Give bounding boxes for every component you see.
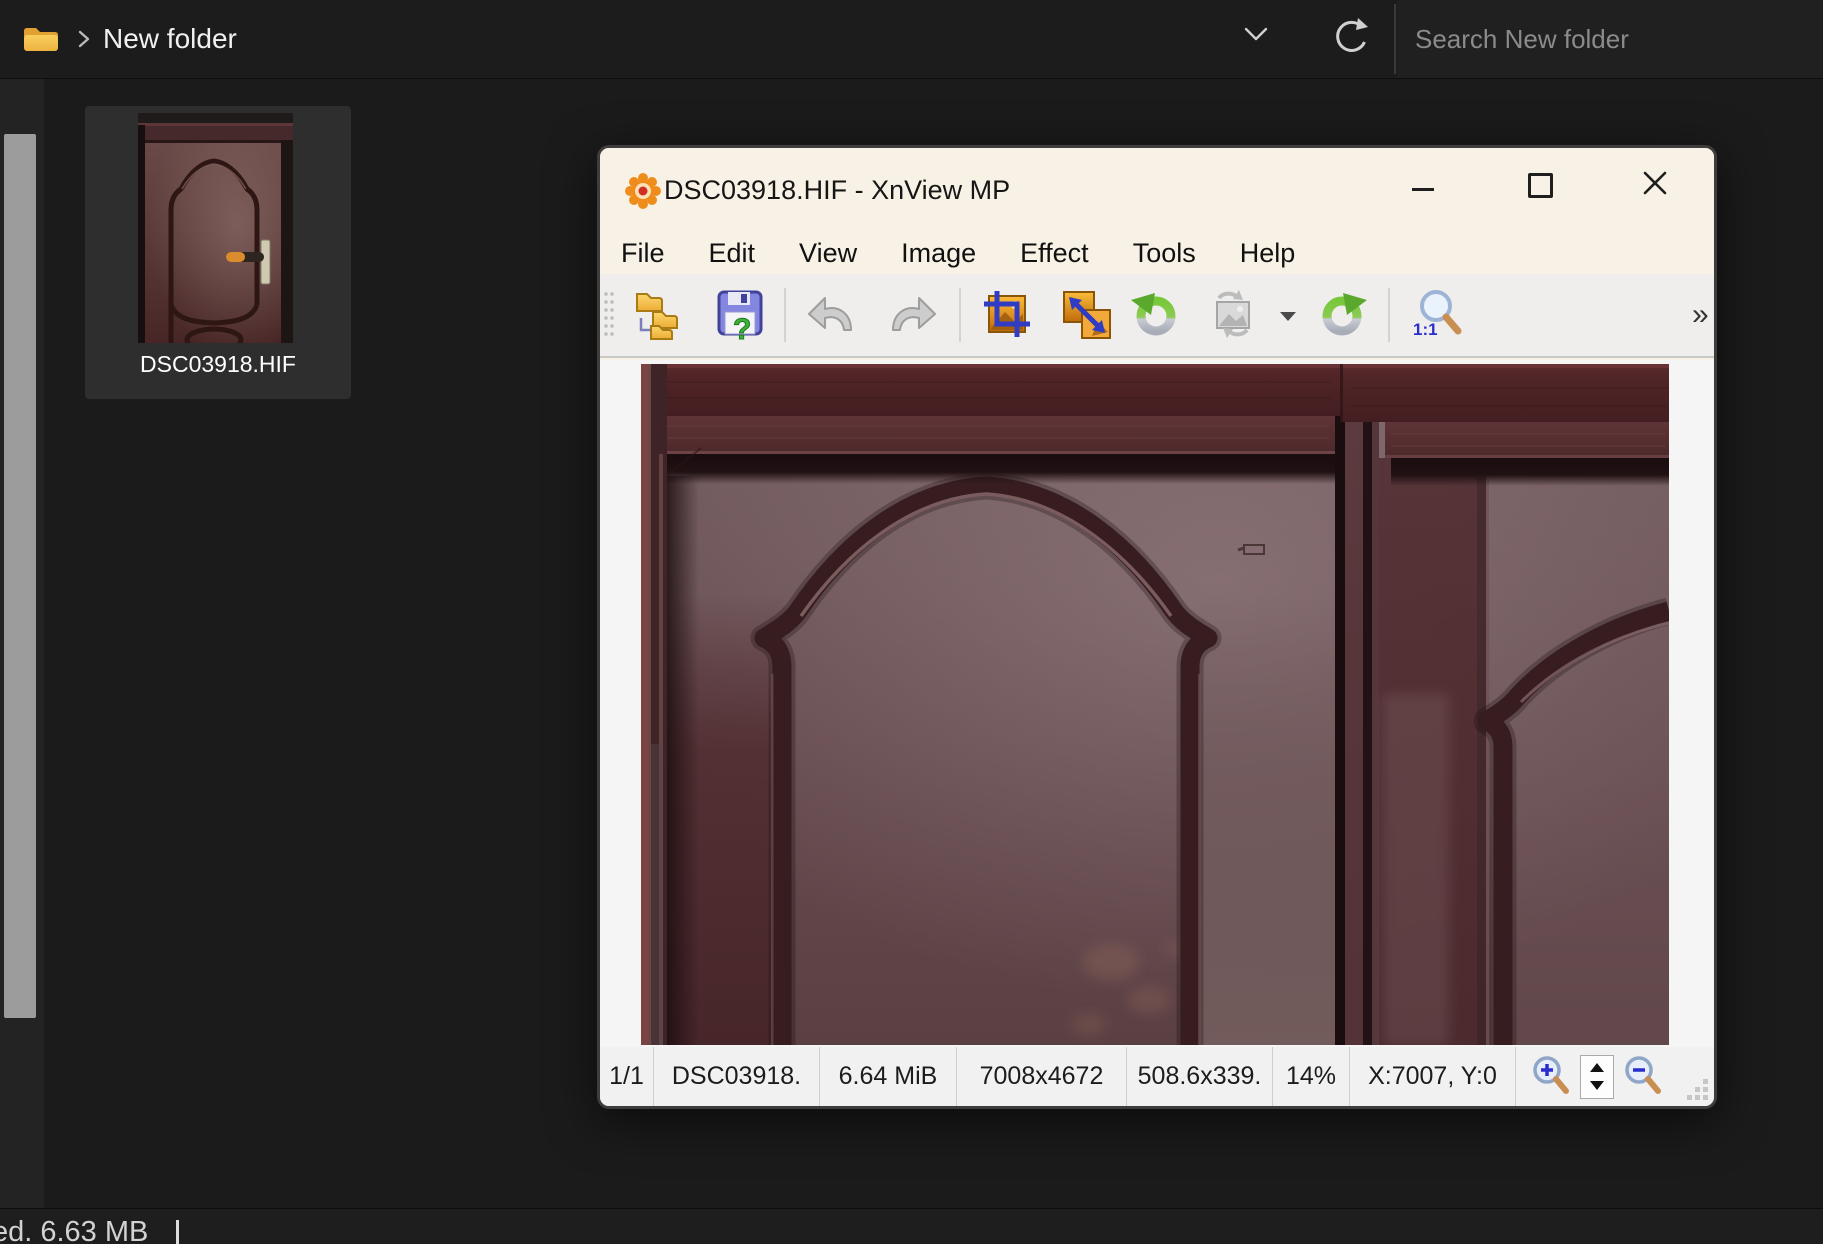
browser-icon[interactable] [635,288,687,340]
menu-edit[interactable]: Edit [709,238,756,269]
minimize-icon [1412,188,1434,191]
explorer-statusbar [0,1208,1823,1244]
status-separator-bar [176,1220,179,1244]
resize-icon[interactable] [1060,288,1112,340]
status-zoom-controls [1516,1047,1714,1106]
status-filesize: 6.64 MiB [820,1047,957,1106]
zoom-stepper[interactable] [1580,1054,1614,1099]
file-tile[interactable]: DSC03918.HIF [85,106,351,399]
stepper-up-icon[interactable] [1590,1063,1604,1072]
status-filename: DSC03918. [654,1047,820,1106]
screen: New folder Search New folder DSC03918.HI… [0,0,1823,1244]
menu-tools[interactable]: Tools [1133,238,1196,269]
address-dropdown-chevron-icon[interactable] [1244,27,1270,45]
breadcrumb-folder[interactable]: New folder [103,0,237,78]
menu-help[interactable]: Help [1240,238,1296,269]
photo-wooden-doors [641,364,1669,1045]
folder-icon [24,28,58,51]
xnview-toolbar: ? 1:1 » [600,274,1714,358]
image-viewer-canvas [600,360,1714,1047]
crop-icon[interactable] [981,288,1033,340]
rotate-custom-icon[interactable] [1207,288,1259,340]
menu-view[interactable]: View [799,238,857,269]
svg-text:?: ? [733,313,751,340]
xnview-app-icon [625,173,661,209]
minimize-button[interactable] [1398,164,1448,214]
file-name-label: DSC03918.HIF [140,351,296,377]
stepper-down-icon[interactable] [1590,1081,1604,1090]
search-input[interactable] [1397,0,1823,78]
toolbar-separator [959,288,961,342]
file-thumbnail-door-photo [138,113,293,343]
window-resize-grip[interactable] [1686,1078,1710,1102]
explorer-status-text: ed. 6.63 MB [0,1216,149,1244]
status-cursor-coords: X:7007, Y:0 [1350,1047,1516,1106]
toolbar-grip-handle[interactable] [602,290,616,342]
toolbar-separator [784,288,786,342]
menu-effect[interactable]: Effect [1020,238,1089,269]
status-dimensions: 7008x4672 [957,1047,1127,1106]
refresh-icon[interactable] [1331,16,1371,60]
close-icon [1643,171,1667,195]
menu-file[interactable]: File [621,238,665,269]
zoom-out-icon[interactable] [1622,1055,1664,1099]
redo-icon[interactable] [887,288,939,340]
maximize-button[interactable] [1528,173,1553,198]
xnview-titlebar: DSC03918.HIF - XnView MP [600,148,1714,232]
rotate-right-icon[interactable] [1317,288,1369,340]
status-print-size: 508.6x339. [1127,1047,1273,1106]
zoom-actual-label: 1:1 [1413,320,1438,339]
status-zoom-level: 14% [1273,1047,1350,1106]
xnview-statusbar: 1/1 DSC03918. 6.64 MiB 7008x4672 508.6x3… [600,1047,1714,1106]
window-title: DSC03918.HIF - XnView MP [664,175,1011,205]
toolbar-separator [1388,288,1390,342]
explorer-header: New folder [0,0,1823,79]
rotate-dropdown-arrow[interactable] [1278,310,1298,322]
header-divider [1394,4,1396,74]
breadcrumb-chevron-icon[interactable] [78,30,92,50]
close-button[interactable] [1642,170,1668,196]
save-icon[interactable]: ? [714,288,766,340]
vertical-scrollbar-thumb[interactable] [4,134,36,1018]
xnview-window: DSC03918.HIF - XnView MP File Edit View … [597,145,1717,1109]
zoom-in-icon[interactable] [1530,1055,1572,1099]
toolbar-overflow-chevron[interactable]: » [1692,298,1709,332]
xnview-menubar: File Edit View Image Effect Tools Help [600,232,1714,274]
undo-icon[interactable] [805,288,857,340]
menu-image[interactable]: Image [901,238,976,269]
rotate-left-icon[interactable] [1129,288,1181,340]
status-page-count: 1/1 [600,1047,654,1106]
